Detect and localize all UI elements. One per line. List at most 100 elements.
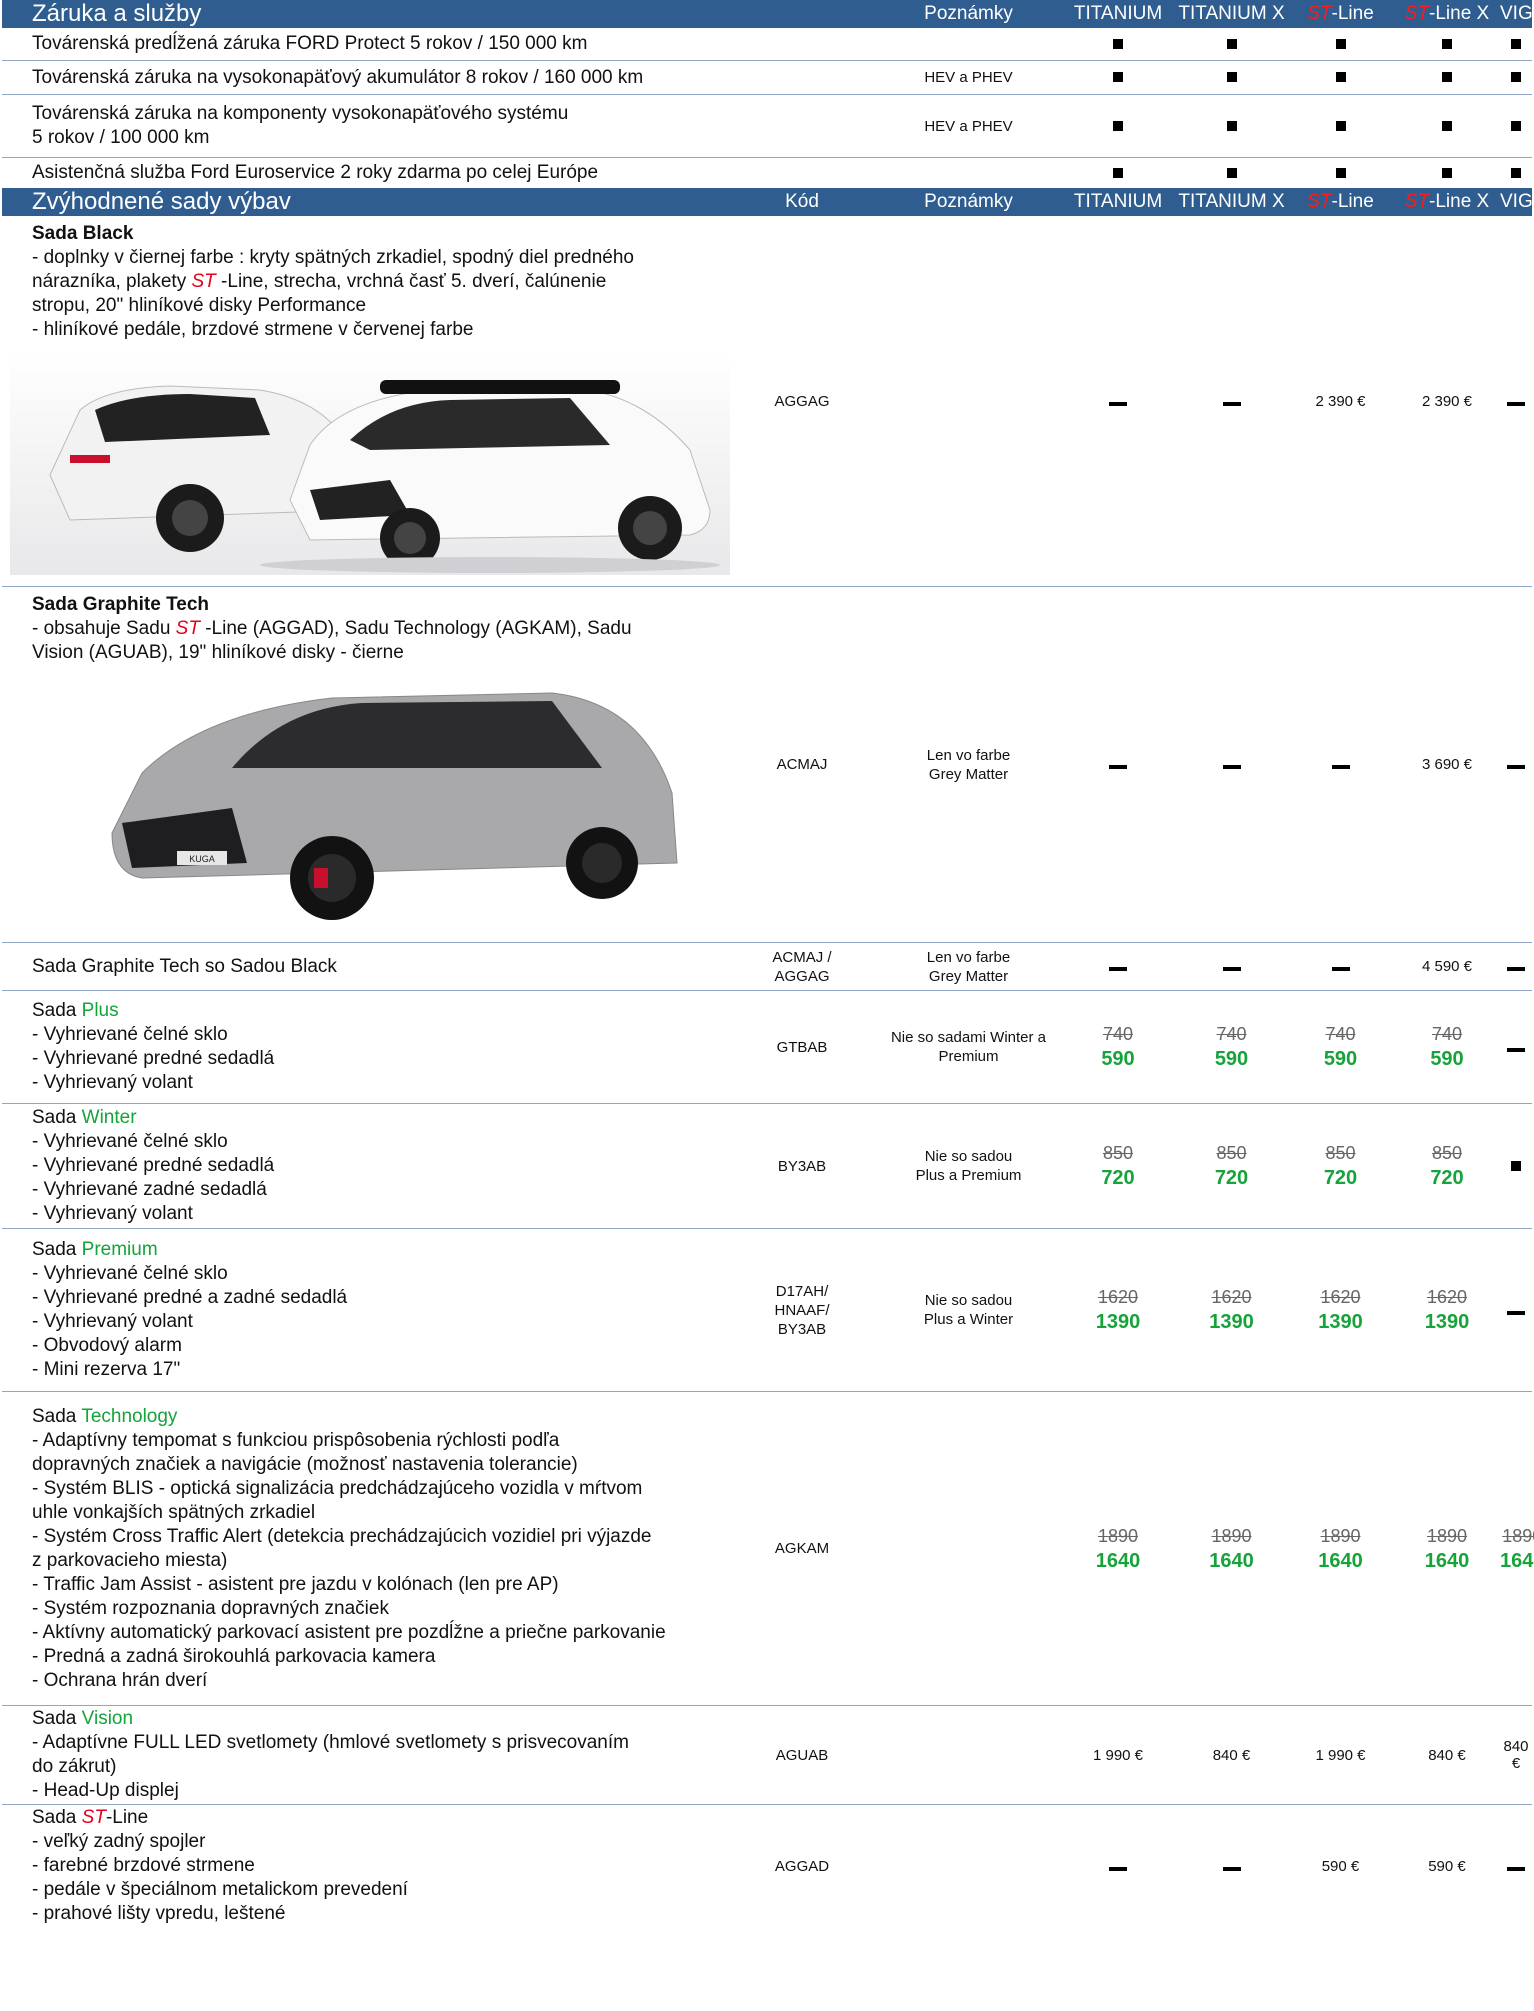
not-available-icon xyxy=(1331,967,1350,971)
discount-price: 18901640 xyxy=(1209,1525,1254,1572)
table-row-vision: Sada Vision - Adaptívne FULL LED svetlom… xyxy=(2,1706,1532,1805)
standard-mark-icon xyxy=(1335,120,1346,131)
not-available-icon xyxy=(1507,1047,1525,1052)
table-row-black: Sada Black - doplnky v čiernej farbe : k… xyxy=(2,216,1532,587)
standard-mark-icon xyxy=(1226,120,1237,131)
not-available-icon xyxy=(1507,1310,1525,1315)
col-st-line: ST-Line xyxy=(1307,191,1374,212)
discount-price: 1620 1390 xyxy=(1095,1287,1141,1333)
standard-mark-icon xyxy=(1113,72,1123,82)
discount-price: 1620 1390 xyxy=(1424,1287,1470,1333)
license-plate-text: KUGA xyxy=(189,854,215,864)
standard-mark-icon xyxy=(1226,38,1237,49)
standard-mark-icon xyxy=(1442,72,1452,82)
standard-mark-icon xyxy=(1511,1160,1521,1171)
col-st-line-x: ST-Line X xyxy=(1404,191,1490,212)
not-available-icon xyxy=(1222,1866,1241,1871)
table-row: Továrenská záruka na vysokonapäťový akum… xyxy=(2,61,1532,95)
not-available-icon xyxy=(1507,401,1525,406)
not-available-icon xyxy=(1222,401,1241,406)
price: 840 € xyxy=(1212,1746,1251,1764)
col-vignale: VIGNALE xyxy=(1500,191,1534,212)
col-titanium: TITANIUM xyxy=(1073,3,1163,24)
standard-mark-icon xyxy=(1113,167,1123,178)
discount-price: 18901640 xyxy=(1424,1525,1470,1572)
not-available-icon xyxy=(1222,765,1241,769)
price: 3 690 € xyxy=(1421,756,1473,773)
table-row-technology: Sada Technology - Adaptívny tempomat s f… xyxy=(2,1392,1534,1706)
row-note: Nie so sadou Plus a Winter xyxy=(923,1292,1014,1328)
not-available-icon xyxy=(1507,765,1525,769)
col-st-line-x: ST-Line X xyxy=(1404,3,1490,24)
discount-price: 18901640 xyxy=(1318,1525,1363,1572)
discount-price: 850 720 xyxy=(1323,1143,1358,1189)
not-available-icon xyxy=(1507,967,1525,971)
discount-price: 18901640 xyxy=(1500,1525,1534,1572)
notes-column-header: Poznámky xyxy=(924,3,1013,24)
not-available-icon xyxy=(1331,765,1350,769)
discount-price: 850 720 xyxy=(1101,1143,1135,1189)
row-description: Sada Vision - Adaptívne FULL LED svetlom… xyxy=(32,1708,629,1801)
row-note: HEV a PHEV xyxy=(924,117,1013,135)
standard-mark-icon xyxy=(1226,72,1237,82)
price: 1 990 € xyxy=(1315,1746,1366,1764)
row-description: Sada ST-Line - veľký zadný spojler - far… xyxy=(32,1807,408,1924)
row-description: Sada Plus - Vyhrievané čelné sklo - Vyhr… xyxy=(32,1000,275,1093)
row-description: Továrenská predĺžená záruka FORD Protect… xyxy=(32,33,588,54)
not-available-icon xyxy=(1109,765,1127,769)
standard-mark-icon xyxy=(1442,38,1452,49)
code-column-header: Kód xyxy=(785,191,819,212)
price: 590 € xyxy=(1321,1857,1360,1875)
discount-price: 18901640 xyxy=(1095,1525,1141,1572)
table-row-premium: Sada Premium - Vyhrievané čelné sklo - V… xyxy=(2,1229,1532,1392)
not-available-icon xyxy=(1109,401,1127,406)
package-code: GTBAB xyxy=(776,1038,828,1056)
table-row-plus: Sada Plus - Vyhrievané čelné sklo - Vyhr… xyxy=(2,991,1532,1104)
discount-price: 1620 1390 xyxy=(1209,1287,1254,1333)
price: 590 € xyxy=(1428,1857,1466,1875)
standard-mark-icon xyxy=(1335,72,1346,82)
section-header-warranty: Záruka a služby Poznámky TITANIUM TITANI… xyxy=(2,0,1534,28)
table-row-st-line: Sada ST-Line - veľký zadný spojler - far… xyxy=(2,1805,1532,1927)
col-titanium: TITANIUM xyxy=(1073,191,1163,212)
table-row: Továrenská predĺžená záruka FORD Protect… xyxy=(2,28,1532,61)
row-description: Sada Graphite Tech - obsahuje Sadu ST -L… xyxy=(2,587,727,942)
not-available-icon xyxy=(1507,1866,1525,1871)
discount-price: 740 590 xyxy=(1101,1024,1135,1070)
section-header-packages: Zvýhodnené sady výbav Kód Poznámky TITAN… xyxy=(2,188,1534,216)
row-description: Sada Technology - Adaptívny tempomat s f… xyxy=(32,1405,666,1691)
standard-mark-icon xyxy=(1335,167,1346,178)
col-titanium-x: TITANIUM X xyxy=(1178,191,1285,212)
notes-column-header: Poznámky xyxy=(924,191,1013,212)
package-code: BY3AB xyxy=(777,1157,827,1175)
price: 2 390 € xyxy=(1315,392,1366,410)
col-st-line: ST-Line xyxy=(1307,3,1374,24)
section-title: Zvýhodnené sady výbav xyxy=(32,188,291,215)
col-vignale: VIGNALE xyxy=(1500,3,1534,24)
row-description: Sada Black - doplnky v čiernej farbe : k… xyxy=(2,216,730,586)
row-note: Len vo farbe Grey Matter xyxy=(926,948,1011,985)
row-description: Továrenská záruka na komponenty vysokona… xyxy=(32,103,569,148)
not-available-icon xyxy=(1109,1866,1127,1871)
price: 2 390 € xyxy=(1421,392,1473,410)
not-available-icon xyxy=(1222,967,1241,971)
package-code: D17AH/ HNAAF/ BY3AB xyxy=(774,1282,830,1338)
package-code: ACMAJ / AGGAG xyxy=(772,948,832,985)
package-code: AGGAG xyxy=(774,392,830,410)
standard-mark-icon xyxy=(1226,167,1237,178)
row-description: Asistenčná služba Ford Euroservice 2 rok… xyxy=(32,162,599,183)
standard-mark-icon xyxy=(1113,38,1123,49)
discount-price: 740 590 xyxy=(1214,1024,1249,1070)
row-description: Sada Premium - Vyhrievané čelné sklo - V… xyxy=(32,1239,348,1380)
package-code: AGKAM xyxy=(774,1540,830,1557)
price: 1 990 € xyxy=(1092,1746,1144,1764)
standard-mark-icon xyxy=(1511,72,1521,82)
package-code: AGGAD xyxy=(774,1857,830,1875)
package-code: ACMAJ xyxy=(776,756,828,773)
standard-mark-icon xyxy=(1511,167,1521,178)
standard-mark-icon xyxy=(1442,120,1452,131)
row-note: Nie so sadami Winter a Premium xyxy=(890,1029,1047,1065)
section-title: Záruka a služby xyxy=(32,0,202,27)
standard-mark-icon xyxy=(1511,120,1521,131)
standard-mark-icon xyxy=(1511,38,1521,49)
